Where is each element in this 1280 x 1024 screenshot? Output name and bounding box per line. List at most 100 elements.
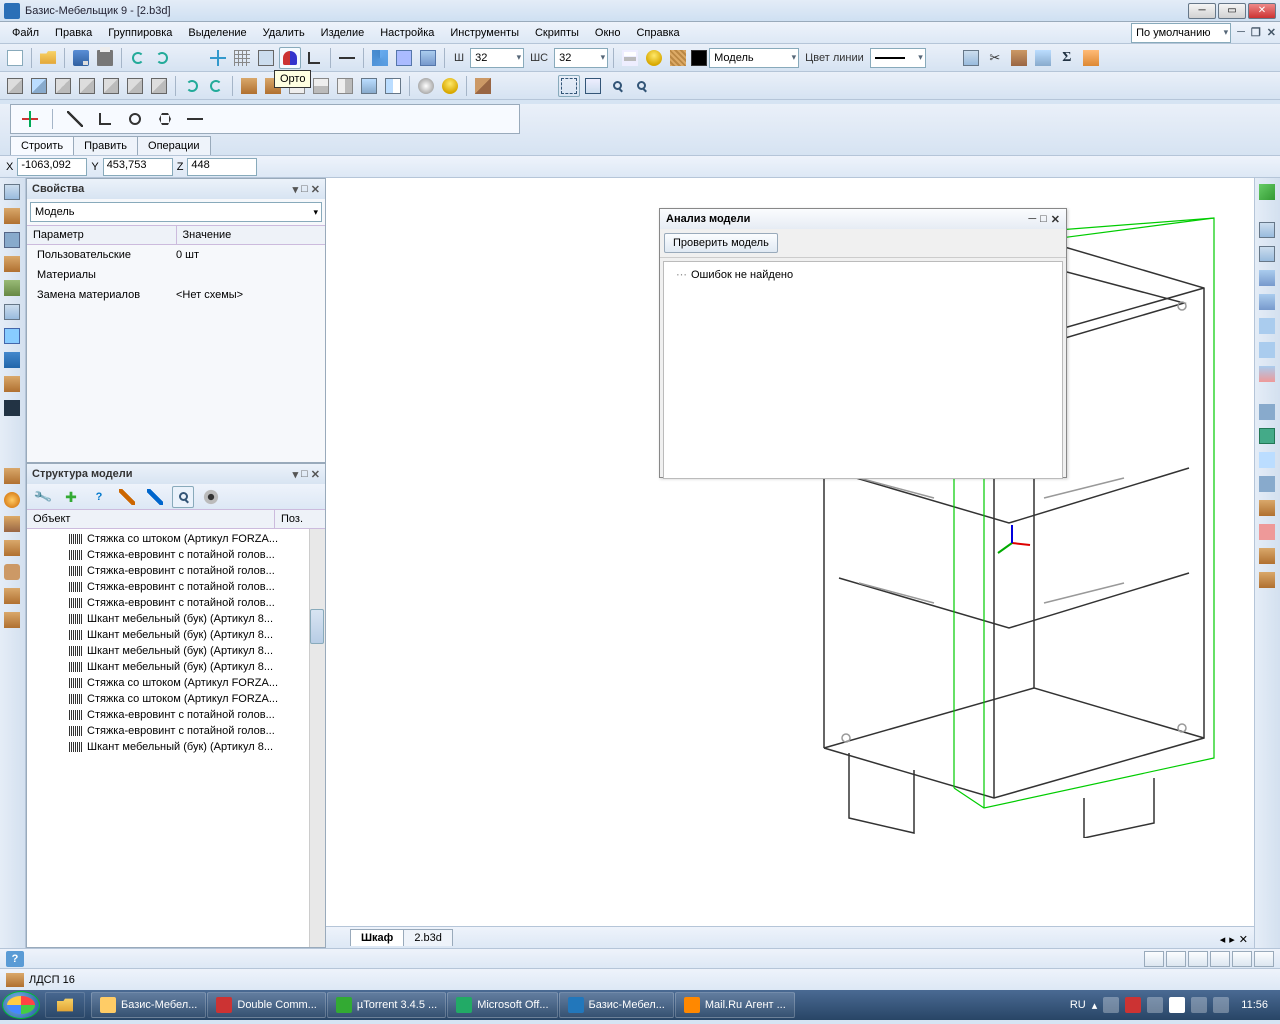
tree-wand-button[interactable] bbox=[116, 486, 138, 508]
shade-4-button[interactable] bbox=[310, 75, 332, 97]
rotate-ccw-button[interactable] bbox=[205, 75, 227, 97]
layout-preset-combo[interactable]: По умолчанию bbox=[1131, 23, 1231, 43]
nav-next-icon[interactable]: ▸ bbox=[1229, 933, 1235, 946]
rstrip-1[interactable] bbox=[1257, 182, 1277, 202]
status-btn-3[interactable] bbox=[1188, 951, 1208, 967]
rstrip-12[interactable] bbox=[1257, 474, 1277, 494]
draw-circle-button[interactable] bbox=[124, 108, 146, 130]
lstrip-14[interactable] bbox=[2, 538, 22, 558]
task-item[interactable]: Double Comm... bbox=[207, 992, 325, 1018]
tray-volume-icon[interactable] bbox=[1213, 997, 1229, 1013]
rstrip-11[interactable] bbox=[1257, 450, 1277, 470]
linecolor-combo[interactable] bbox=[870, 48, 926, 68]
snap-angle-button[interactable] bbox=[303, 47, 325, 69]
tray-icon[interactable] bbox=[1169, 997, 1185, 1013]
tree-body[interactable]: Стяжка со штоком (Артикул FORZA... Стяжк… bbox=[27, 529, 325, 947]
panel-pin-icon[interactable]: □ bbox=[301, 468, 308, 481]
zoom-sel-button[interactable] bbox=[630, 75, 652, 97]
coord-z-input[interactable]: 448 bbox=[187, 158, 257, 176]
draw-mode-button[interactable] bbox=[19, 108, 41, 130]
coord-y-input[interactable]: 453,753 bbox=[103, 158, 173, 176]
save-button[interactable] bbox=[70, 47, 92, 69]
tool-a-icon[interactable] bbox=[369, 47, 391, 69]
minimize-button[interactable]: ─ bbox=[1188, 3, 1216, 19]
view-3-button[interactable] bbox=[52, 75, 74, 97]
draw-dim-button[interactable] bbox=[184, 108, 206, 130]
shade-1-button[interactable] bbox=[238, 75, 260, 97]
view-1-button[interactable] bbox=[4, 75, 26, 97]
draw-angle-button[interactable] bbox=[94, 108, 116, 130]
view-tab-1[interactable]: Шкаф bbox=[350, 929, 404, 946]
menu-tools[interactable]: Инструменты bbox=[442, 24, 527, 42]
lstrip-8[interactable] bbox=[2, 350, 22, 370]
zoom-button[interactable] bbox=[606, 75, 628, 97]
dialog-min-icon[interactable]: ─ bbox=[1028, 213, 1036, 226]
model-combo[interactable]: Модель bbox=[709, 48, 799, 68]
rstrip-16[interactable] bbox=[1257, 570, 1277, 590]
light-button[interactable] bbox=[643, 47, 665, 69]
lstrip-16[interactable] bbox=[2, 586, 22, 606]
lstrip-9[interactable] bbox=[2, 374, 22, 394]
mdi-minimize[interactable]: ─ bbox=[1237, 26, 1245, 39]
task-item[interactable]: µTorrent 3.4.5 ... bbox=[327, 992, 446, 1018]
menu-product[interactable]: Изделие bbox=[313, 24, 373, 42]
print-button[interactable] bbox=[94, 47, 116, 69]
panel-min-icon[interactable]: ▾ bbox=[293, 468, 299, 481]
start-button[interactable] bbox=[2, 991, 40, 1019]
tray-clock[interactable]: 11:56 bbox=[1235, 999, 1274, 1011]
lstrip-15[interactable] bbox=[2, 562, 22, 582]
rstrip-13[interactable] bbox=[1257, 498, 1277, 518]
task-item[interactable]: Базис-Мебел... bbox=[559, 992, 674, 1018]
tree-eye-button[interactable] bbox=[200, 486, 222, 508]
tray-icon[interactable] bbox=[1103, 997, 1119, 1013]
tab-build[interactable]: Строить bbox=[10, 136, 74, 155]
tray-icon[interactable] bbox=[1147, 997, 1163, 1013]
new-button[interactable] bbox=[4, 47, 26, 69]
tree-add-button[interactable]: ✚ bbox=[60, 486, 82, 508]
mdi-restore[interactable]: ❐ bbox=[1251, 26, 1261, 39]
render-button[interactable] bbox=[415, 75, 437, 97]
tool-c-icon[interactable] bbox=[417, 47, 439, 69]
maximize-button[interactable]: ▭ bbox=[1218, 3, 1246, 19]
check-model-button[interactable]: Проверить модель bbox=[664, 233, 778, 253]
lstrip-5[interactable] bbox=[2, 278, 22, 298]
panel-close-icon[interactable]: ✕ bbox=[311, 468, 320, 481]
lstrip-6[interactable] bbox=[2, 302, 22, 322]
cut-button[interactable]: ✂ bbox=[984, 47, 1006, 69]
menu-delete[interactable]: Удалить bbox=[255, 24, 313, 42]
shade-6-button[interactable] bbox=[358, 75, 380, 97]
prop-row[interactable]: Пользовательские0 шт bbox=[27, 245, 325, 265]
tool-b-icon[interactable] bbox=[393, 47, 415, 69]
prop-row[interactable]: Материалы bbox=[27, 265, 325, 285]
dialog-max-icon[interactable]: □ bbox=[1040, 213, 1047, 226]
tree-search-button[interactable] bbox=[172, 486, 194, 508]
rstrip-4[interactable] bbox=[1257, 268, 1277, 288]
menu-file[interactable]: Файл bbox=[4, 24, 47, 42]
menu-group[interactable]: Группировка bbox=[100, 24, 180, 42]
draw-hex-button[interactable] bbox=[154, 108, 176, 130]
open-button[interactable] bbox=[37, 47, 59, 69]
module-b-button[interactable] bbox=[1008, 47, 1030, 69]
snap-grid-button[interactable] bbox=[231, 47, 253, 69]
nav-close-icon[interactable]: ✕ bbox=[1239, 933, 1248, 946]
lstrip-11[interactable] bbox=[2, 466, 22, 486]
coord-x-input[interactable]: -1063,092 bbox=[17, 158, 87, 176]
lstrip-4[interactable] bbox=[2, 254, 22, 274]
menu-select[interactable]: Выделение bbox=[180, 24, 254, 42]
texture-button[interactable] bbox=[667, 47, 689, 69]
menu-edit[interactable]: Правка bbox=[47, 24, 100, 42]
status-btn-2[interactable] bbox=[1166, 951, 1186, 967]
menu-scripts[interactable]: Скрипты bbox=[527, 24, 587, 42]
rstrip-5[interactable] bbox=[1257, 292, 1277, 312]
analysis-dialog[interactable]: Анализ модели ─□✕ Проверить модель Ошибо… bbox=[659, 208, 1067, 478]
tree-help-button[interactable]: ? bbox=[88, 486, 110, 508]
lstrip-12[interactable] bbox=[2, 490, 22, 510]
width-combo[interactable]: 32 bbox=[470, 48, 524, 68]
rstrip-2[interactable] bbox=[1257, 220, 1277, 240]
lstrip-2[interactable] bbox=[2, 206, 22, 226]
width-c-combo[interactable]: 32 bbox=[554, 48, 608, 68]
rstrip-14[interactable] bbox=[1257, 522, 1277, 542]
tree-wrench-button[interactable]: 🔧 bbox=[32, 486, 54, 508]
help-icon[interactable]: ? bbox=[6, 951, 24, 967]
panel-close-icon[interactable]: ✕ bbox=[311, 183, 320, 196]
